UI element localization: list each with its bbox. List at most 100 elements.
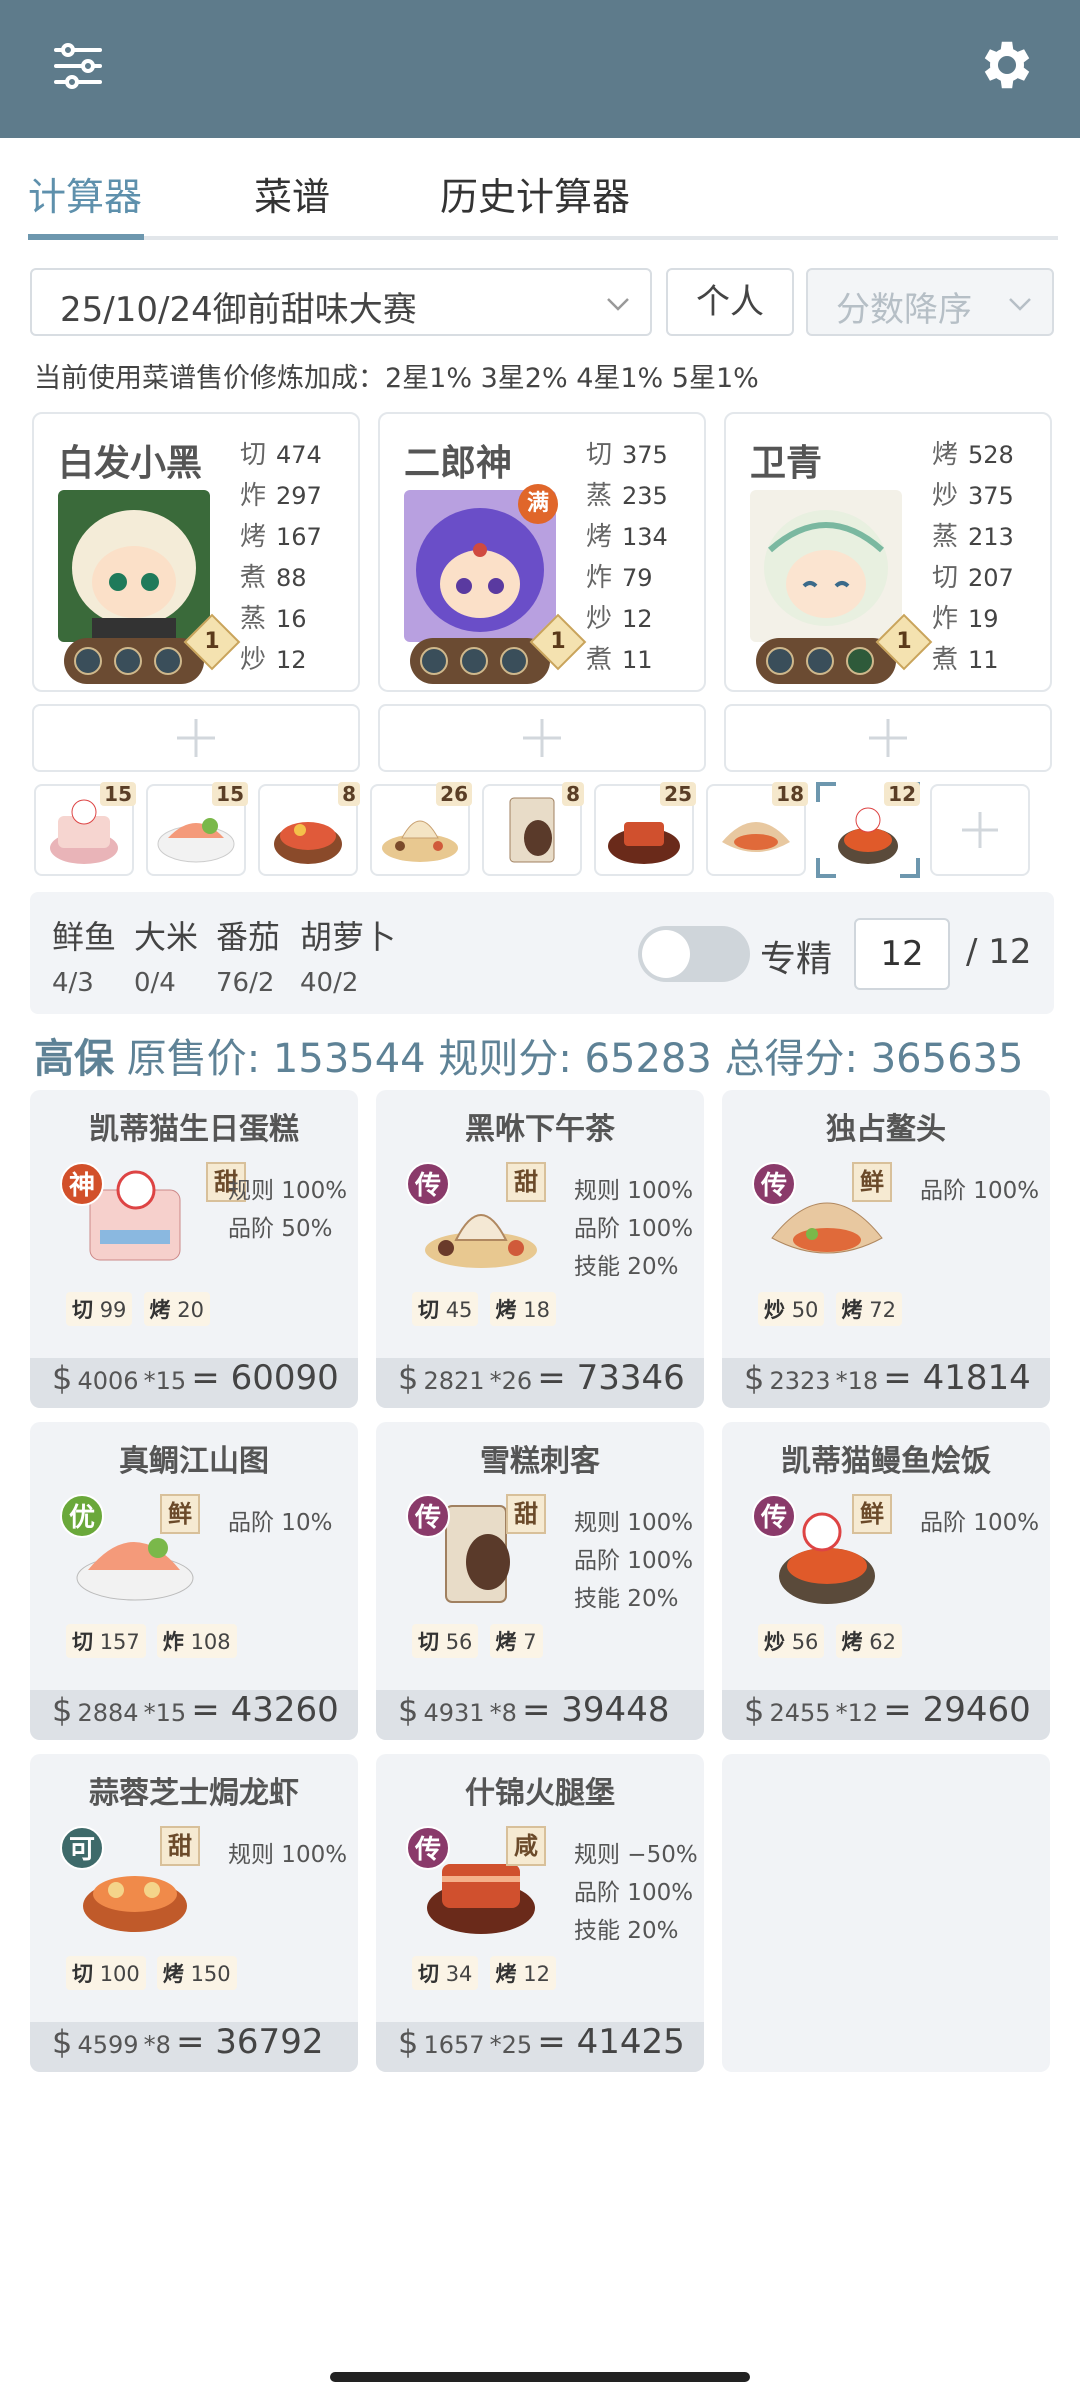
chef-stats: 烤 528 炒 375 蒸 213 切 207 炸 19 煮 11 — [932, 434, 1042, 680]
stat-value: 528 — [968, 441, 1014, 469]
stat-key: 烤 — [240, 522, 267, 552]
price-bonus-note: 当前使用菜谱售价修炼加成：2星1% 3星2% 4星1% 5星1% — [34, 363, 759, 394]
skill-value: 7 — [523, 1630, 537, 1654]
skill-value: 12 — [523, 1962, 550, 1986]
quantity: *25 — [489, 2031, 533, 2059]
stat-value: 12 — [622, 605, 653, 633]
add-equipment-button[interactable] — [724, 704, 1052, 772]
recipe-thumb[interactable]: 15 — [34, 782, 136, 876]
dish-card[interactable]: 雪糕刺客 传 甜 规则 100% 品阶 100% 技能 20% 切 56 烤 7… — [376, 1422, 704, 1740]
chef-card[interactable]: 卫青 1 烤 528 炒 375 蒸 213 切 207 炸 19 煮 11 — [724, 412, 1052, 692]
gear-icon[interactable] — [976, 34, 1038, 96]
chef-card[interactable]: 白发小黑 1 切 474 炸 297 烤 167 煮 88 蒸 16 炒 12 — [32, 412, 360, 692]
chef-avatar — [58, 490, 210, 642]
tab-history-calculator[interactable]: 历史计算器 — [440, 166, 630, 221]
dollar-icon: $ — [52, 1691, 73, 1729]
dish-name: 真鲷江山图 — [119, 1444, 269, 1479]
recipe-thumb-selected[interactable]: 12 — [816, 782, 920, 878]
dish-card[interactable]: 独占鳌头 传 鲜 品阶 100% 炒 50 烤 72 $ 2323 *18 = … — [722, 1090, 1050, 1408]
tab-calculator[interactable]: 计算器 — [28, 166, 142, 221]
skill-key: 烤 — [841, 1630, 863, 1654]
skill-value: 56 — [445, 1630, 473, 1654]
stat-key: 蒸 — [932, 522, 959, 552]
recipe-thumb[interactable]: 8 — [482, 782, 584, 876]
filter-sliders-icon[interactable] — [50, 38, 106, 94]
ingredient-qty: 4/3 — [52, 968, 94, 998]
dollar-icon: $ — [744, 1691, 765, 1729]
stat-value: 375 — [622, 441, 668, 469]
dish-modifiers: 品阶 100% — [920, 1504, 1048, 1542]
personal-mode-button[interactable]: 个人 — [666, 268, 794, 336]
equipment-slots — [64, 638, 204, 684]
total-score-label: 总得分: — [724, 1036, 858, 1082]
dish-card[interactable]: 黑咻下午茶 传 甜 规则 100% 品阶 100% 技能 20% 切 45 烤 … — [376, 1090, 704, 1408]
modifier: 品阶 100% — [574, 1548, 694, 1574]
dollar-icon: $ — [744, 1359, 765, 1397]
flavor-tag: 鲜 — [852, 1162, 892, 1202]
stat-value: 375 — [968, 482, 1014, 510]
skill-value: 45 — [445, 1298, 473, 1322]
level-number: 1 — [550, 629, 566, 654]
modifier: 品阶 100% — [574, 1216, 694, 1242]
expert-toggle[interactable] — [638, 926, 750, 982]
quantity: *15 — [143, 1367, 187, 1395]
price-bar: $ 2884 *15 = 43260 — [30, 1690, 358, 1740]
add-equipment-button[interactable] — [32, 704, 360, 772]
dish-card[interactable]: 凯蒂猫生日蛋糕 神 甜 规则 100% 品阶 50% 切 99 烤 20 $ 4… — [30, 1090, 358, 1408]
rarity-badge: 传 — [752, 1162, 796, 1206]
contest-select[interactable]: 25/10/24御前甜味大赛 — [30, 268, 652, 336]
dish-card[interactable]: 真鲷江山图 优 鲜 品阶 10% 切 157 炸 108 $ 2884 *15 … — [30, 1422, 358, 1740]
dish-card[interactable]: 蒜蓉芝士焗龙虾 可 甜 规则 100% 切 100 烤 150 $ 4599 *… — [30, 1754, 358, 2072]
level-number: 1 — [204, 629, 220, 654]
stat-value: 11 — [622, 646, 653, 674]
stat-value: 207 — [968, 564, 1014, 592]
chef-name: 卫青 — [750, 443, 823, 484]
orig-price-label: 原售价: — [126, 1036, 261, 1082]
modifier: 规则 −50% — [574, 1842, 698, 1868]
stat-value: 134 — [622, 523, 668, 551]
recipe-thumb[interactable]: 8 — [258, 782, 360, 876]
stat-value: 16 — [276, 605, 307, 633]
recipe-thumb[interactable]: 26 — [370, 782, 472, 876]
recipe-thumb[interactable]: 15 — [146, 782, 248, 876]
ingredient-name: 胡萝卜 — [300, 918, 397, 956]
tab-divider — [28, 236, 1058, 240]
stat-key: 蒸 — [240, 604, 267, 634]
skill-value: 72 — [869, 1298, 896, 1322]
quantity: *12 — [835, 1699, 879, 1727]
dish-card[interactable]: 凯蒂猫鳗鱼烩饭 传 鲜 品阶 100% 炒 56 烤 62 $ 2455 *12… — [722, 1422, 1050, 1740]
total-score-value: 365635 — [870, 1036, 1024, 1082]
contest-select-value: 25/10/24御前甜味大赛 — [60, 290, 417, 330]
dollar-icon: $ — [398, 1359, 419, 1397]
stat-key: 烤 — [932, 440, 959, 470]
chef-max-badge: 满 — [518, 484, 558, 524]
home-indicator[interactable] — [330, 2372, 750, 2382]
recipe-strip: 15 15 8 26 8 25 18 12 — [34, 782, 1054, 880]
empty-dish-slot[interactable] — [722, 1754, 1050, 2072]
modifier: 品阶 50% — [228, 1216, 333, 1242]
expert-count-input[interactable]: 12 — [854, 918, 950, 990]
dish-modifiers: 规则 100% — [228, 1836, 356, 1874]
chef-card[interactable]: 二郎神 满 1 切 375 蒸 235 烤 134 炸 79 炒 12 煮 11 — [378, 412, 706, 692]
dish-name: 凯蒂猫鳗鱼烩饭 — [781, 1444, 991, 1479]
add-equipment-button[interactable] — [378, 704, 706, 772]
rarity-badge: 传 — [406, 1494, 450, 1538]
ingredient-name: 鲜鱼 — [52, 918, 117, 956]
dish-total: 41425 — [576, 2022, 685, 2062]
tab-recipes[interactable]: 菜谱 — [254, 166, 330, 221]
rarity-badge: 神 — [60, 1162, 104, 1206]
recipe-thumb[interactable]: 18 — [706, 782, 808, 876]
dish-modifiers: 品阶 100% — [920, 1172, 1048, 1210]
stat-value: 11 — [968, 646, 999, 674]
rarity-badge: 传 — [752, 1494, 796, 1538]
recipe-thumb[interactable]: 25 — [594, 782, 696, 876]
stat-value: 167 — [276, 523, 322, 551]
dish-card[interactable]: 什锦火腿堡 传 咸 规则 −50% 品阶 100% 技能 20% 切 34 烤 … — [376, 1754, 704, 2072]
sort-select[interactable]: 分数降序 — [806, 268, 1054, 336]
add-recipe-button[interactable] — [930, 784, 1030, 876]
ingredient-panel: 鲜鱼 4/3 大米 0/4 番茄 76/2 胡萝卜 40/2 专精 12 / 1… — [30, 892, 1054, 1014]
recipe-count: 8 — [338, 782, 360, 806]
skill-value: 150 — [190, 1962, 231, 1986]
ingredient-item: 番茄 76/2 — [216, 912, 280, 998]
price-bar: $ 2821 *26 = 73346 — [376, 1358, 704, 1408]
